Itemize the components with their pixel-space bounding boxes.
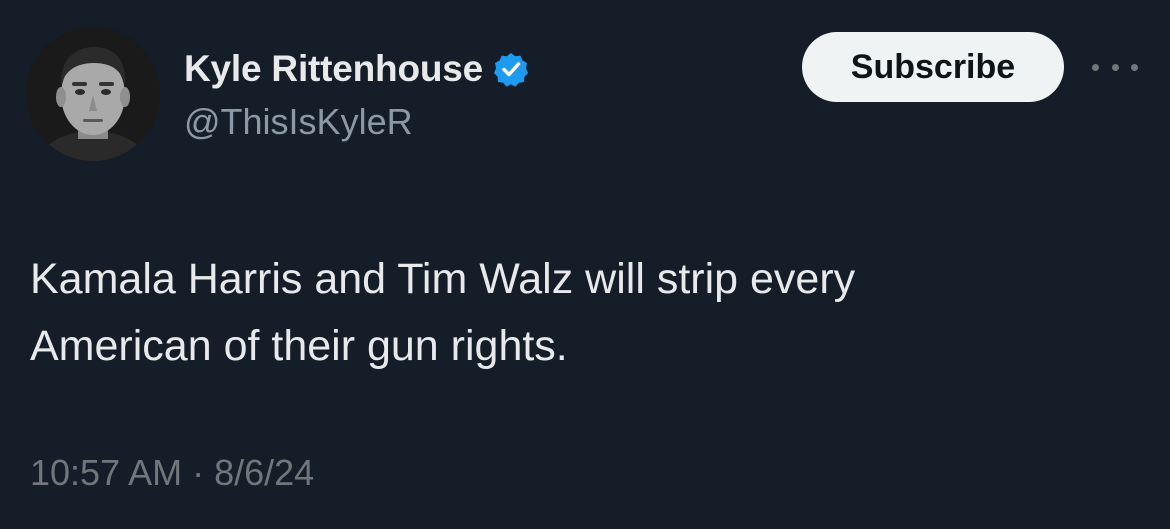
author-name-row: Kyle Rittenhouse bbox=[184, 46, 529, 92]
tweet-timestamp: 10:57 AM · 8/6/24 bbox=[30, 452, 314, 494]
avatar-photo bbox=[26, 27, 160, 161]
author-avatar[interactable] bbox=[26, 27, 160, 161]
subscribe-button[interactable]: Subscribe bbox=[802, 32, 1064, 102]
author-display-name[interactable]: Kyle Rittenhouse bbox=[184, 48, 483, 90]
tweet-time[interactable]: 10:57 AM bbox=[30, 452, 182, 493]
meta-separator: · bbox=[192, 452, 205, 493]
verified-badge-icon bbox=[493, 51, 529, 87]
tweet-card: Kyle Rittenhouse @ThisIsKyleR Subscribe … bbox=[0, 0, 1170, 529]
tweet-text: Kamala Harris and Tim Walz will strip ev… bbox=[30, 255, 856, 370]
more-dot bbox=[1131, 63, 1138, 71]
more-dot bbox=[1092, 63, 1099, 71]
more-options-icon[interactable] bbox=[1092, 56, 1138, 78]
tweet-date[interactable]: 8/6/24 bbox=[214, 452, 314, 493]
more-dot bbox=[1111, 63, 1119, 71]
author-handle[interactable]: @ThisIsKyleR bbox=[184, 101, 413, 143]
